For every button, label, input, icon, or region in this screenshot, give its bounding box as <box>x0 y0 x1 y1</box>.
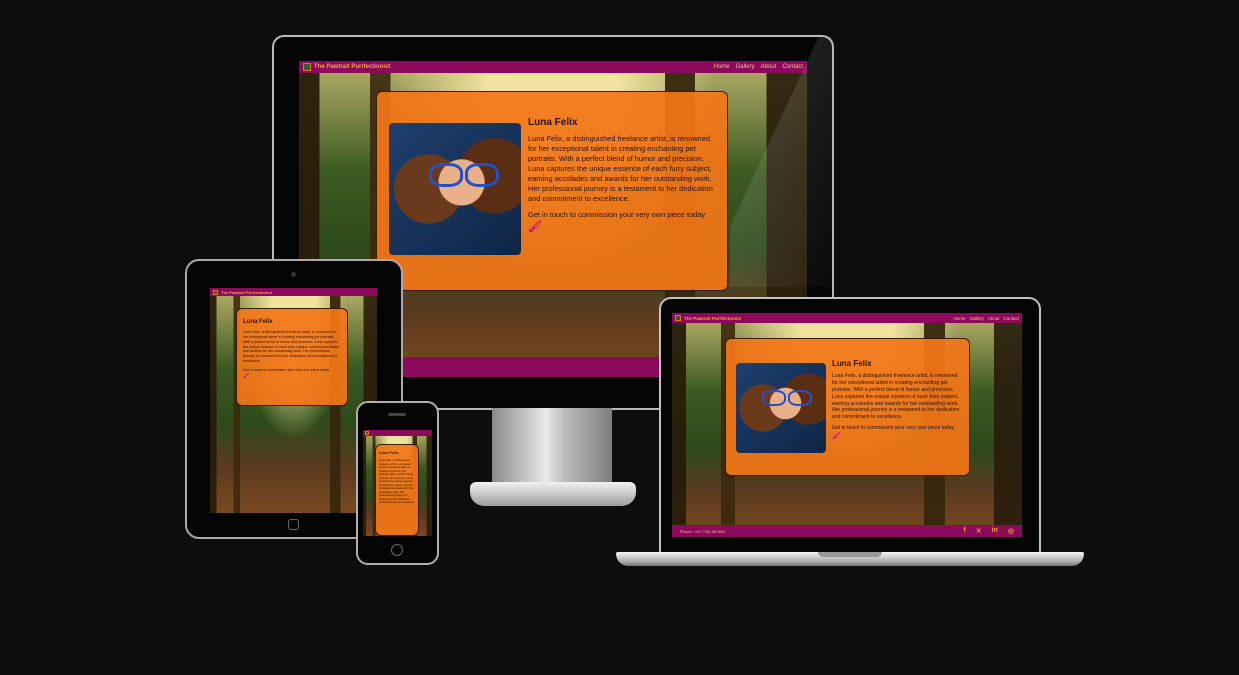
social-links: f ✕ in ◎ <box>963 527 1014 535</box>
navbar: The Pawtrait Purrfectionist <box>210 288 377 296</box>
navbar <box>363 430 432 436</box>
home-button-icon <box>391 544 403 556</box>
footer-phone[interactable]: Phone: +44 7766 567891 <box>680 529 725 534</box>
artist-portrait <box>389 123 521 255</box>
paintbrush-icon: 🖌 <box>832 433 841 440</box>
about-card: Luna Felix Luna Felix, a distinguished f… <box>236 308 348 406</box>
paintbrush-icon: 🖌 <box>243 372 250 379</box>
nav-links: Home Gallery About Contact <box>714 64 803 70</box>
brand-label: The Pawtrait Purrfectionist <box>314 64 391 70</box>
nav-link-about[interactable]: About <box>761 64 777 70</box>
speaker-icon <box>388 413 406 416</box>
logo-icon <box>365 431 369 435</box>
nav-links: Home Gallery About Contact <box>953 316 1019 321</box>
logo-icon <box>303 63 311 71</box>
phone-screen: Luna Felix Luna Felix, a distinguished f… <box>363 430 432 536</box>
commission-cta: Get in touch to commission your very own… <box>243 367 330 372</box>
brand-label: The Pawtrait Purrfectionist <box>684 315 742 321</box>
facebook-icon[interactable]: f <box>963 527 965 535</box>
artist-portrait <box>736 363 826 453</box>
footer-bar: Phone: +44 7766 567891 f ✕ in ◎ <box>672 525 1022 537</box>
nav-link-home[interactable]: Home <box>953 316 965 321</box>
commission-cta: Get in touch to commission your very own… <box>528 209 707 219</box>
camera-icon <box>291 272 296 277</box>
logo-icon <box>675 315 681 321</box>
instagram-icon[interactable]: ◎ <box>1008 527 1014 535</box>
glasses-detail <box>465 163 499 187</box>
site-brand[interactable]: The Pawtrait Purrfectionist <box>303 63 390 71</box>
about-card: Luna Felix Luna Felix, a distinguished f… <box>376 91 728 291</box>
brand-label: The Pawtrait Purrfectionist <box>221 289 272 295</box>
nav-link-contact[interactable]: Contact <box>782 64 803 70</box>
site-brand[interactable]: The Pawtrait Purrfectionist <box>675 315 741 321</box>
nav-link-gallery[interactable]: Gallery <box>969 316 983 321</box>
laptop-notch <box>818 552 882 557</box>
artist-name: Luna Felix <box>379 450 399 455</box>
navbar: The Pawtrait Purrfectionist Home Gallery… <box>299 61 807 73</box>
about-text: Luna Felix Luna Felix, a distinguished f… <box>832 359 961 469</box>
linkedin-icon[interactable]: in <box>992 527 998 535</box>
laptop-screen: The Pawtrait Purrfectionist Home Gallery… <box>672 313 1022 537</box>
artist-name: Luna Felix <box>243 319 273 325</box>
monitor-base <box>470 482 636 506</box>
site-brand[interactable] <box>365 431 369 435</box>
monitor-stand <box>492 408 612 488</box>
home-button-icon <box>288 519 299 530</box>
artist-name: Luna Felix <box>528 117 578 128</box>
artist-bio: Luna Felix, a distinguished freelance ar… <box>832 373 960 421</box>
logo-icon <box>213 289 218 295</box>
artist-bio: Luna Felix, a distinguished freelance ar… <box>243 330 339 364</box>
about-text: Luna Felix Luna Felix, a distinguished f… <box>528 117 715 280</box>
tablet-screen: The Pawtrait Purrfectionist Luna Felix L… <box>210 288 377 513</box>
paintbrush-icon: 🖌 <box>528 220 542 233</box>
artist-bio: Luna Felix, a distinguished freelance ar… <box>379 459 415 504</box>
x-icon[interactable]: ✕ <box>976 527 982 535</box>
glasses-detail <box>788 390 812 406</box>
navbar: The Pawtrait Purrfectionist Home Gallery… <box>672 313 1022 323</box>
nav-link-about[interactable]: About <box>988 316 1000 321</box>
nav-link-gallery[interactable]: Gallery <box>736 64 755 70</box>
nav-link-home[interactable]: Home <box>714 64 730 70</box>
glasses-detail <box>762 390 786 406</box>
artist-name: Luna Felix <box>832 359 872 368</box>
site-brand[interactable]: The Pawtrait Purrfectionist <box>213 289 272 295</box>
about-card: Luna Felix Luna Felix, a distinguished f… <box>375 444 419 536</box>
glasses-detail <box>429 163 463 187</box>
commission-cta: Get in touch to commission your very own… <box>832 425 956 432</box>
nav-link-contact[interactable]: Contact <box>1003 316 1019 321</box>
about-card: Luna Felix Luna Felix, a distinguished f… <box>725 338 970 476</box>
artist-bio: Luna Felix, a distinguished freelance ar… <box>528 134 713 203</box>
